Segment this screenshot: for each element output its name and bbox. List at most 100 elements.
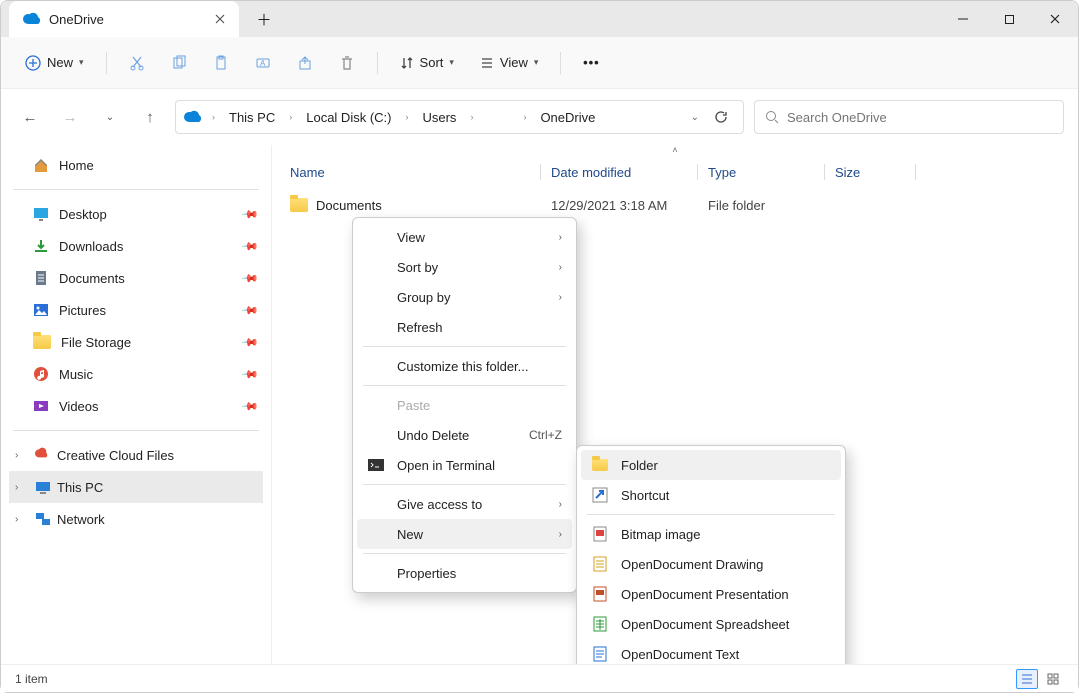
address-dropdown[interactable]: ⌄ [691, 112, 699, 123]
ctx-refresh[interactable]: Refresh [357, 312, 572, 342]
breadcrumb-segment[interactable]: This PC [225, 108, 279, 127]
new-button[interactable]: New ▾ [15, 45, 94, 81]
file-list: ˄ Name Date modified Type Size Documents… [271, 145, 1078, 664]
sidebar-item-filestorage[interactable]: File Storage📌 [9, 326, 263, 358]
title-bar: OneDrive ＋ [1, 1, 1078, 37]
status-count: 1 item [15, 672, 48, 686]
up-button[interactable]: ↑ [135, 102, 165, 132]
ctx-new-shortcut[interactable]: Shortcut [581, 480, 841, 510]
music-icon [33, 366, 49, 382]
search-box[interactable] [754, 100, 1064, 134]
sidebar-item-label: Network [57, 512, 105, 527]
maximize-button[interactable] [986, 1, 1032, 37]
view-button-label: View [500, 55, 528, 70]
column-date[interactable]: Date modified [551, 165, 697, 180]
sidebar-tree-network[interactable]: › Network [9, 503, 263, 535]
ctx-terminal[interactable]: Open in Terminal [357, 450, 572, 480]
sidebar-item-label: Videos [59, 399, 99, 414]
sort-button[interactable]: Sort ▾ [390, 45, 464, 81]
expand-icon[interactable]: › [15, 482, 29, 493]
column-size[interactable]: Size [835, 165, 915, 180]
window-controls [940, 1, 1078, 37]
sidebar-item-music[interactable]: Music 📌 [9, 358, 263, 390]
pictures-icon [33, 302, 49, 318]
delete-button[interactable] [329, 45, 365, 81]
expand-icon[interactable]: › [15, 450, 29, 461]
ctx-new-oddraw[interactable]: OpenDocument Drawing [581, 549, 841, 579]
ctx-new-odpres[interactable]: OpenDocument Presentation [581, 579, 841, 609]
forward-button[interactable]: → [55, 102, 85, 132]
sidebar-item-label: Documents [59, 271, 125, 286]
odf-presentation-icon [589, 586, 611, 602]
sidebar-item-label: This PC [57, 480, 103, 495]
rename-button[interactable]: A [245, 45, 281, 81]
back-button[interactable]: ← [15, 102, 45, 132]
ctx-new-odtext[interactable]: OpenDocument Text [581, 639, 841, 664]
ctx-view[interactable]: View› [357, 222, 572, 252]
sidebar-tree-thispc[interactable]: › This PC [9, 471, 263, 503]
sidebar-item-label: Music [59, 367, 93, 382]
ctx-new[interactable]: New› [357, 519, 572, 549]
details-view-button[interactable] [1016, 669, 1038, 689]
tab-close-button[interactable] [211, 10, 229, 28]
new-tab-button[interactable]: ＋ [249, 4, 279, 34]
new-button-label: New [47, 55, 73, 70]
sidebar-item-label: File Storage [61, 335, 131, 350]
context-submenu-new: Folder Shortcut Bitmap image OpenDocumen… [576, 445, 846, 664]
odf-text-icon [589, 646, 611, 662]
sidebar-home[interactable]: Home [9, 149, 263, 181]
pin-icon: 📌 [241, 397, 260, 416]
ctx-properties[interactable]: Properties [357, 558, 572, 588]
thumbnails-view-button[interactable] [1042, 669, 1064, 689]
pc-icon [35, 479, 51, 495]
column-name[interactable]: Name [290, 165, 540, 180]
bitmap-icon [589, 526, 611, 542]
chevron-down-icon: ▾ [534, 57, 539, 68]
home-icon [33, 157, 49, 173]
ctx-access[interactable]: Give access to› [357, 489, 572, 519]
more-button[interactable]: ••• [573, 45, 609, 81]
minimize-button[interactable] [940, 1, 986, 37]
ctx-groupby[interactable]: Group by› [357, 282, 572, 312]
close-button[interactable] [1032, 1, 1078, 37]
cut-button[interactable] [119, 45, 155, 81]
breadcrumb-segment[interactable] [483, 115, 513, 119]
breadcrumb-segment[interactable]: OneDrive [536, 108, 599, 127]
pin-icon: 📌 [241, 365, 260, 384]
search-input[interactable] [787, 110, 1053, 125]
sidebar-item-desktop[interactable]: Desktop📌 [9, 198, 263, 230]
ctx-sortby[interactable]: Sort by› [357, 252, 572, 282]
sidebar-item-pictures[interactable]: Pictures📌 [9, 294, 263, 326]
svg-text:A: A [260, 59, 266, 68]
address-bar[interactable]: › This PC› Local Disk (C:)› Users› › One… [175, 100, 744, 134]
breadcrumb-segment[interactable]: Local Disk (C:) [302, 108, 395, 127]
toolbar: New ▾ A Sort ▾ View ▾ ••• [1, 37, 1078, 89]
ctx-customize[interactable]: Customize this folder... [357, 351, 572, 381]
sidebar: Home Desktop📌 Downloads📌 Documents📌 Pict… [1, 145, 271, 664]
sidebar-item-label: Home [59, 158, 94, 173]
file-date: 12/29/2021 3:18 AM [551, 198, 697, 213]
copy-button[interactable] [161, 45, 197, 81]
context-menu: View› Sort by› Group by› Refresh Customi… [352, 217, 577, 593]
view-button[interactable]: View ▾ [470, 45, 548, 81]
sidebar-tree-creativecloud[interactable]: › Creative Cloud Files [9, 439, 263, 471]
file-name: Documents [316, 198, 382, 213]
sidebar-item-label: Desktop [59, 207, 107, 222]
expand-icon[interactable]: › [15, 514, 29, 525]
breadcrumb-segment[interactable]: Users [418, 108, 460, 127]
folder-icon [589, 459, 611, 471]
ctx-undo[interactable]: Undo DeleteCtrl+Z [357, 420, 572, 450]
refresh-button[interactable] [707, 103, 735, 131]
recent-button[interactable]: ⌄ [95, 102, 125, 132]
ctx-new-folder[interactable]: Folder [581, 450, 841, 480]
sidebar-item-videos[interactable]: Videos 📌 [9, 390, 263, 422]
paste-button[interactable] [203, 45, 239, 81]
sidebar-item-label: Creative Cloud Files [57, 448, 174, 463]
ctx-new-bitmap[interactable]: Bitmap image [581, 519, 841, 549]
sidebar-item-documents[interactable]: Documents📌 [9, 262, 263, 294]
sidebar-item-downloads[interactable]: Downloads📌 [9, 230, 263, 262]
tab-onedrive[interactable]: OneDrive [9, 1, 239, 37]
ctx-new-odsheet[interactable]: OpenDocument Spreadsheet [581, 609, 841, 639]
column-type[interactable]: Type [708, 165, 824, 180]
share-button[interactable] [287, 45, 323, 81]
